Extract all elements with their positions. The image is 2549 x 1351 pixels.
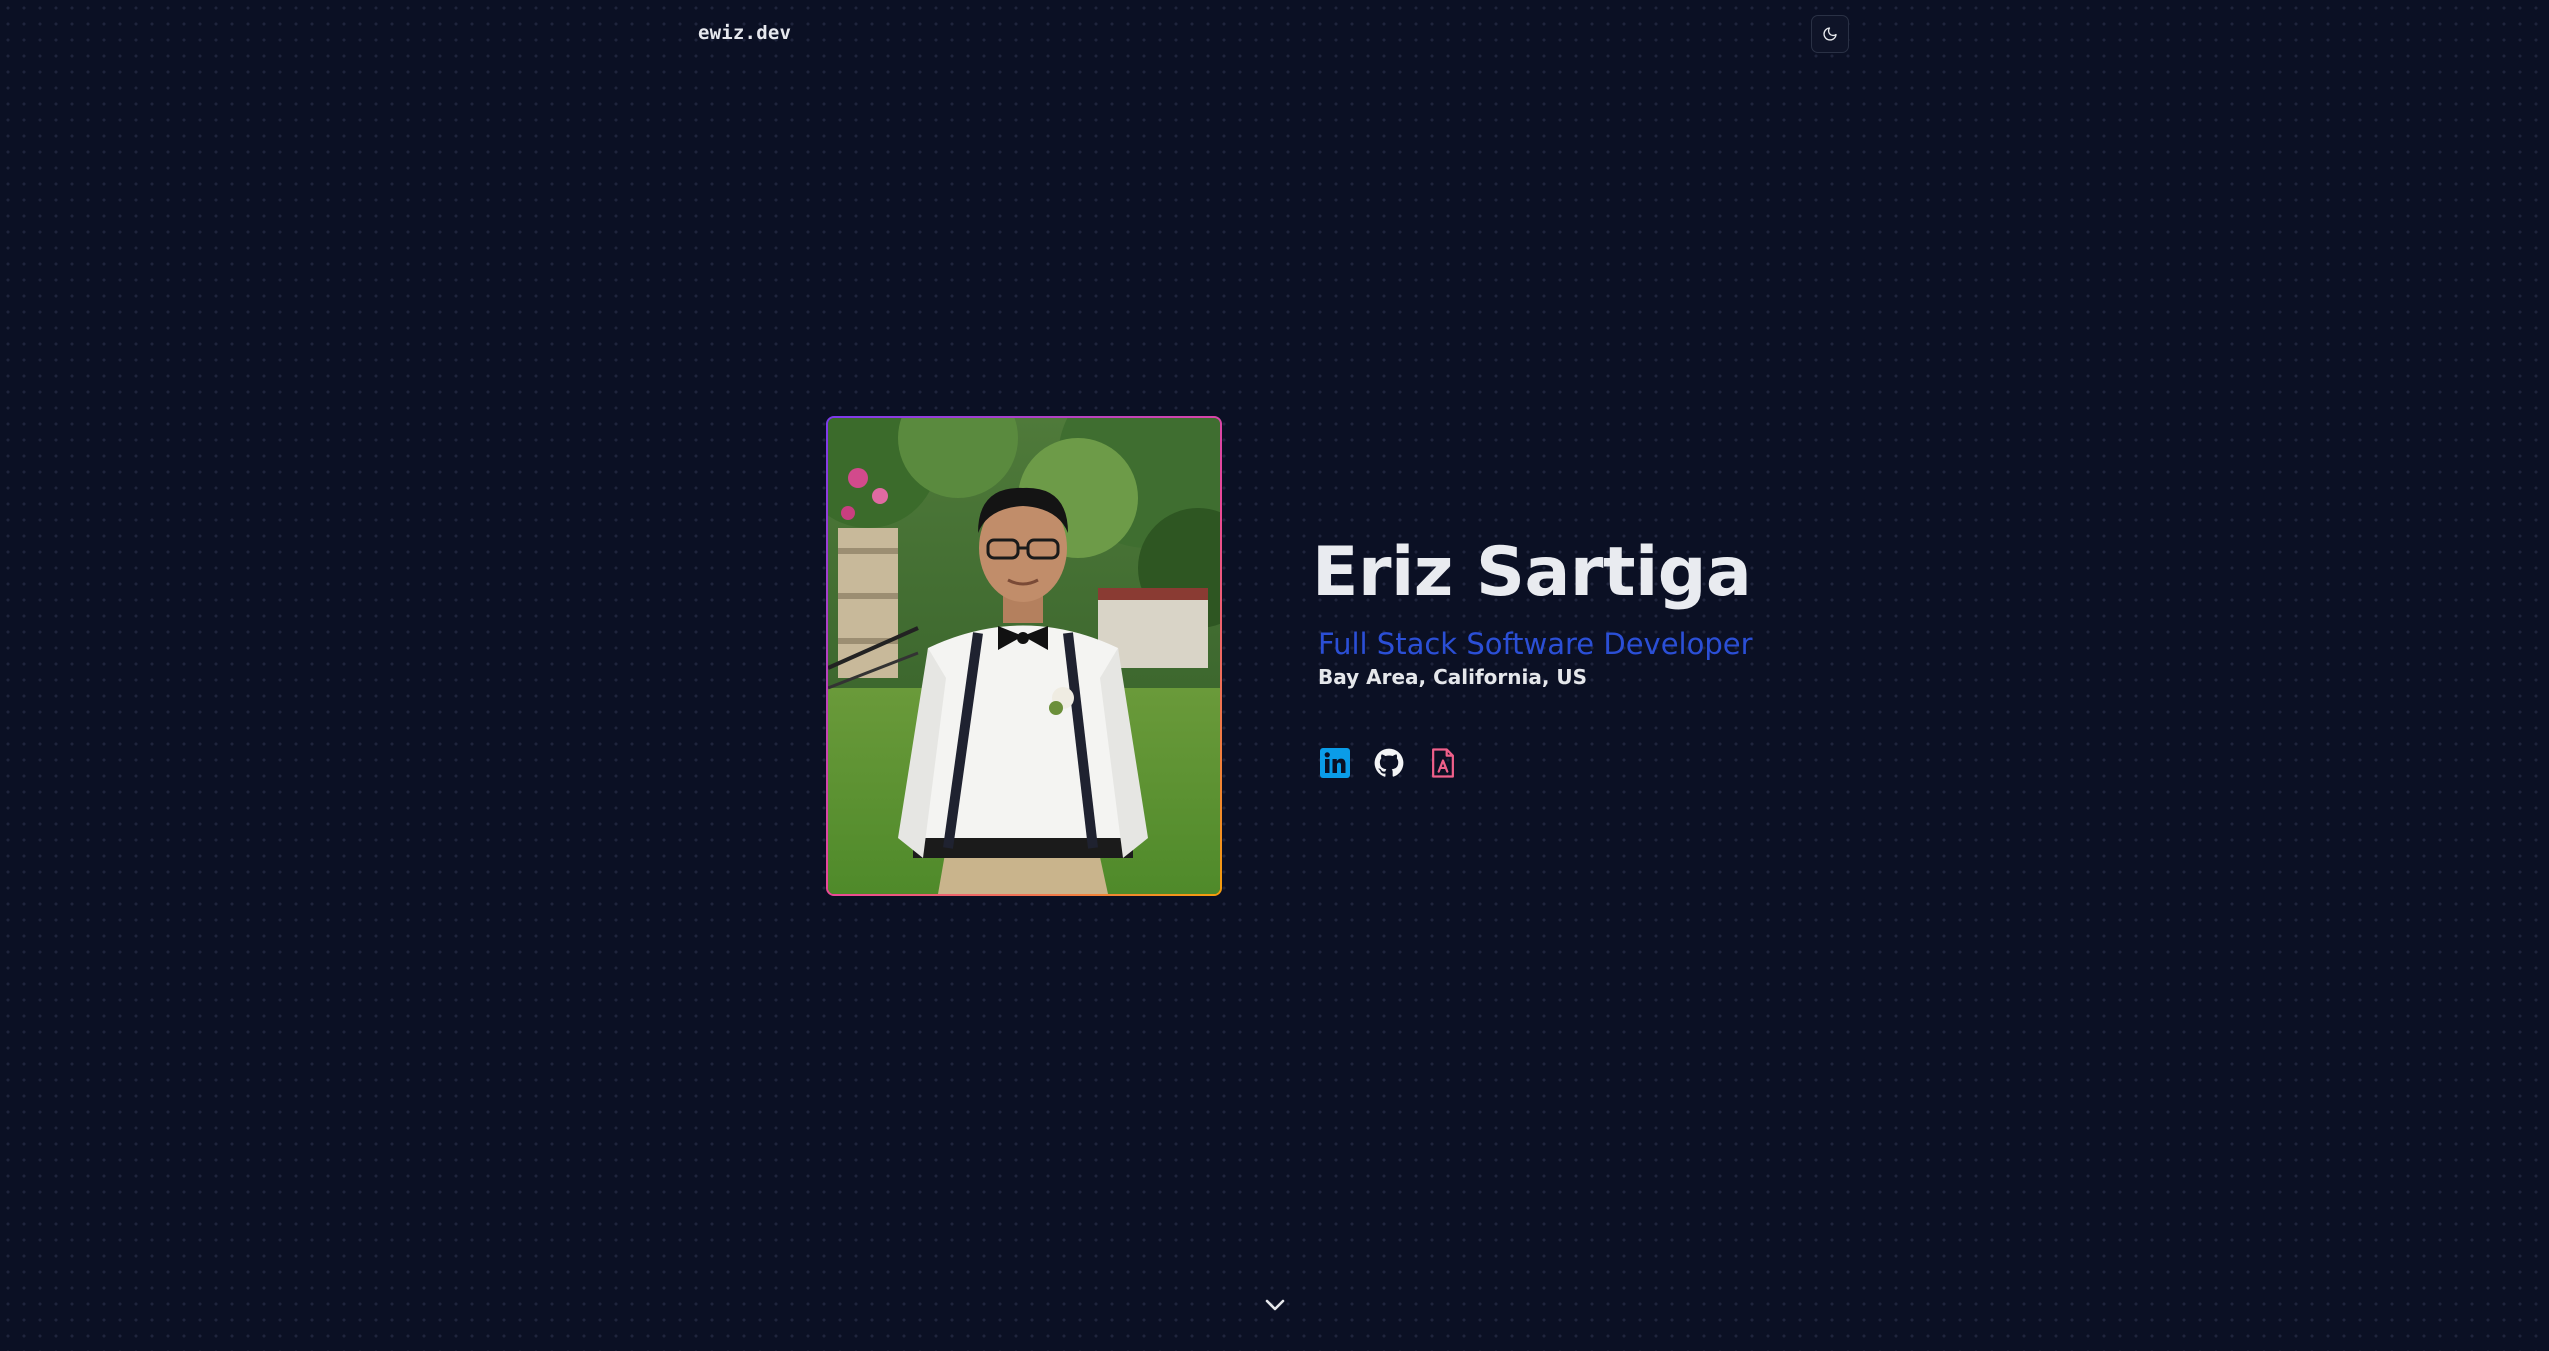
scroll-down-button[interactable] [1262,1292,1288,1318]
profile-photo-frame [826,416,1222,896]
profile-photo [828,418,1220,894]
social-links [1318,746,1460,780]
resume-icon [1428,747,1458,779]
site-brand-link[interactable]: ewiz.dev [698,22,791,44]
linkedin-link[interactable] [1318,746,1352,780]
resume-link[interactable] [1426,746,1460,780]
hero-name: Eriz Sartiga [1312,533,1752,612]
hero-role: Full Stack Software Developer [1318,627,1753,661]
chevron-down-icon [1264,1298,1286,1312]
theme-toggle-button[interactable] [1811,15,1849,53]
moon-icon [1822,26,1838,42]
github-link[interactable] [1372,746,1406,780]
hero-location: Bay Area, California, US [1318,665,1588,689]
linkedin-icon [1319,747,1351,779]
github-icon [1374,748,1404,778]
